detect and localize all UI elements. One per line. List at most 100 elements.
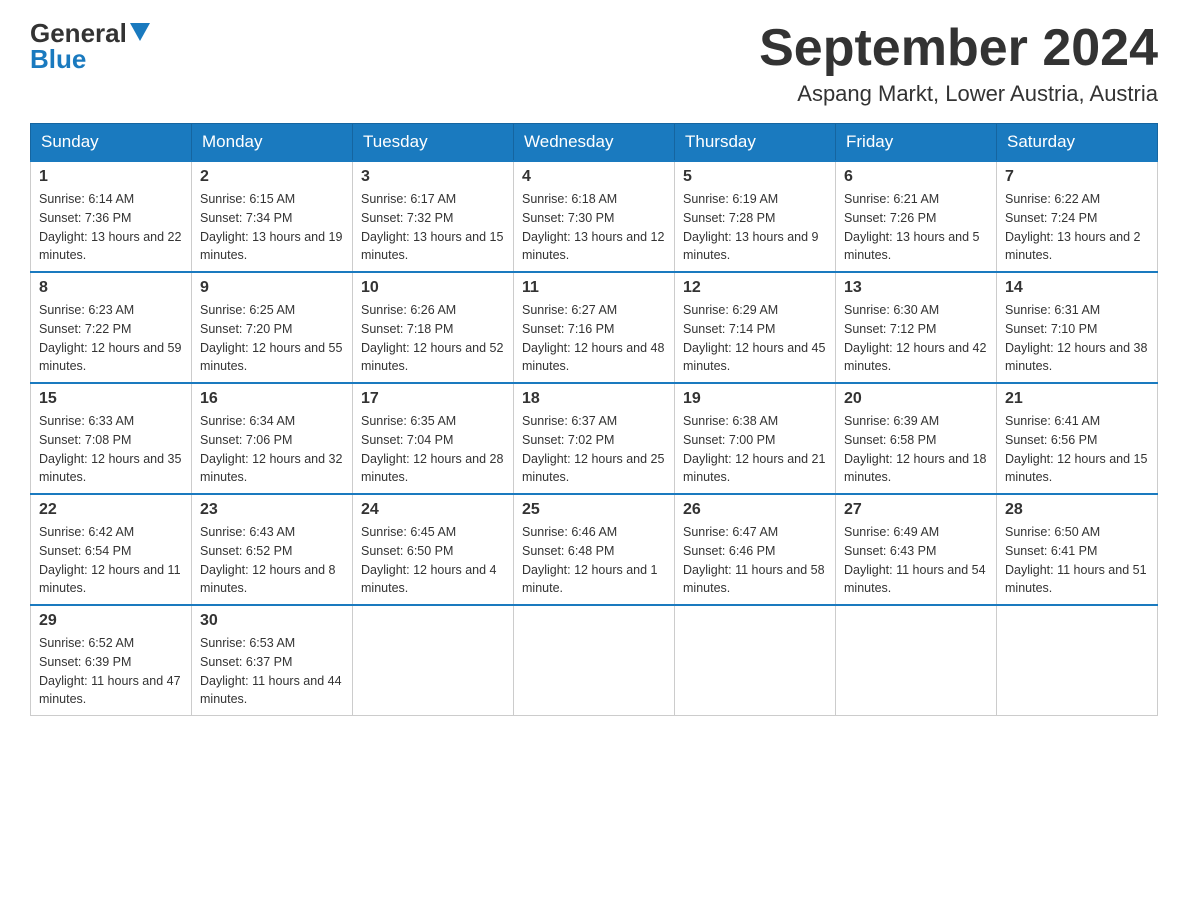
calendar-cell: 23 Sunrise: 6:43 AMSunset: 6:52 PMDayligh…: [192, 494, 353, 605]
calendar-cell: 22 Sunrise: 6:42 AMSunset: 6:54 PMDayligh…: [31, 494, 192, 605]
calendar-cell: 18 Sunrise: 6:37 AMSunset: 7:02 PMDayligh…: [514, 383, 675, 494]
day-number: 12: [683, 279, 827, 297]
weekday-header-thursday: Thursday: [675, 124, 836, 162]
day-info: Sunrise: 6:50 AMSunset: 6:41 PMDaylight:…: [1005, 523, 1149, 598]
calendar-table: SundayMondayTuesdayWednesdayThursdayFrid…: [30, 123, 1158, 716]
calendar-cell: 13 Sunrise: 6:30 AMSunset: 7:12 PMDayligh…: [836, 272, 997, 383]
calendar-cell: 12Sunrise: 6:29 AMSunset: 7:14 PMDayligh…: [675, 272, 836, 383]
calendar-cell: 7 Sunrise: 6:22 AMSunset: 7:24 PMDaylight…: [997, 161, 1158, 272]
day-number: 19: [683, 390, 827, 408]
week-row-1: 1Sunrise: 6:14 AMSunset: 7:36 PMDaylight…: [31, 161, 1158, 272]
day-number: 16: [200, 390, 344, 408]
day-number: 15: [39, 390, 183, 408]
logo-arrow-icon: [130, 23, 150, 46]
day-info: Sunrise: 6:38 AMSunset: 7:00 PMDaylight:…: [683, 412, 827, 487]
day-info: Sunrise: 6:31 AMSunset: 7:10 PMDaylight:…: [1005, 301, 1149, 376]
week-row-3: 15Sunrise: 6:33 AMSunset: 7:08 PMDayligh…: [31, 383, 1158, 494]
day-number: 25: [522, 501, 666, 519]
logo-blue-text: Blue: [30, 44, 86, 74]
day-info: Sunrise: 6:52 AMSunset: 6:39 PMDaylight:…: [39, 634, 183, 709]
weekday-header-saturday: Saturday: [997, 124, 1158, 162]
calendar-cell: 27 Sunrise: 6:49 AMSunset: 6:43 PMDayligh…: [836, 494, 997, 605]
day-number: 30: [200, 612, 344, 630]
day-info: Sunrise: 6:42 AMSunset: 6:54 PMDaylight:…: [39, 523, 183, 598]
day-number: 9: [200, 279, 344, 297]
calendar-cell: 1Sunrise: 6:14 AMSunset: 7:36 PMDaylight…: [31, 161, 192, 272]
calendar-cell: 5Sunrise: 6:19 AMSunset: 7:28 PMDaylight…: [675, 161, 836, 272]
day-number: 4: [522, 168, 666, 186]
weekday-header-monday: Monday: [192, 124, 353, 162]
location-subtitle: Aspang Markt, Lower Austria, Austria: [759, 81, 1158, 107]
day-info: Sunrise: 6:47 AMSunset: 6:46 PMDaylight:…: [683, 523, 827, 598]
day-info: Sunrise: 6:26 AMSunset: 7:18 PMDaylight:…: [361, 301, 505, 376]
day-info: Sunrise: 6:18 AMSunset: 7:30 PMDaylight:…: [522, 190, 666, 265]
weekday-header-friday: Friday: [836, 124, 997, 162]
calendar-cell: 20 Sunrise: 6:39 AMSunset: 6:58 PMDayligh…: [836, 383, 997, 494]
day-number: 18: [522, 390, 666, 408]
day-info: Sunrise: 6:49 AMSunset: 6:43 PMDaylight:…: [844, 523, 988, 598]
day-info: Sunrise: 6:35 AMSunset: 7:04 PMDaylight:…: [361, 412, 505, 487]
calendar-cell: 26 Sunrise: 6:47 AMSunset: 6:46 PMDayligh…: [675, 494, 836, 605]
calendar-cell: 11 Sunrise: 6:27 AMSunset: 7:16 PMDayligh…: [514, 272, 675, 383]
day-number: 24: [361, 501, 505, 519]
day-number: 21: [1005, 390, 1149, 408]
calendar-cell: [675, 605, 836, 716]
calendar-cell: 28Sunrise: 6:50 AMSunset: 6:41 PMDayligh…: [997, 494, 1158, 605]
day-info: Sunrise: 6:17 AMSunset: 7:32 PMDaylight:…: [361, 190, 505, 265]
logo-general-text: General: [30, 20, 127, 46]
page-header: General Blue September 2024 Aspang Markt…: [30, 20, 1158, 107]
weekday-header-sunday: Sunday: [31, 124, 192, 162]
calendar-cell: 3 Sunrise: 6:17 AMSunset: 7:32 PMDaylight…: [353, 161, 514, 272]
day-number: 3: [361, 168, 505, 186]
day-number: 13: [844, 279, 988, 297]
calendar-cell: 24 Sunrise: 6:45 AMSunset: 6:50 PMDayligh…: [353, 494, 514, 605]
day-number: 20: [844, 390, 988, 408]
calendar-cell: 8 Sunrise: 6:23 AMSunset: 7:22 PMDaylight…: [31, 272, 192, 383]
day-info: Sunrise: 6:19 AMSunset: 7:28 PMDaylight:…: [683, 190, 827, 265]
day-info: Sunrise: 6:14 AMSunset: 7:36 PMDaylight:…: [39, 190, 183, 265]
calendar-cell: 30 Sunrise: 6:53 AMSunset: 6:37 PMDayligh…: [192, 605, 353, 716]
calendar-cell: 29 Sunrise: 6:52 AMSunset: 6:39 PMDayligh…: [31, 605, 192, 716]
day-info: Sunrise: 6:22 AMSunset: 7:24 PMDaylight:…: [1005, 190, 1149, 265]
day-number: 22: [39, 501, 183, 519]
week-row-4: 22 Sunrise: 6:42 AMSunset: 6:54 PMDayligh…: [31, 494, 1158, 605]
day-number: 10: [361, 279, 505, 297]
day-info: Sunrise: 6:45 AMSunset: 6:50 PMDaylight:…: [361, 523, 505, 598]
day-number: 26: [683, 501, 827, 519]
day-number: 11: [522, 279, 666, 297]
day-info: Sunrise: 6:46 AMSunset: 6:48 PMDaylight:…: [522, 523, 666, 598]
day-info: Sunrise: 6:25 AMSunset: 7:20 PMDaylight:…: [200, 301, 344, 376]
day-info: Sunrise: 6:27 AMSunset: 7:16 PMDaylight:…: [522, 301, 666, 376]
day-number: 8: [39, 279, 183, 297]
calendar-cell: 9 Sunrise: 6:25 AMSunset: 7:20 PMDaylight…: [192, 272, 353, 383]
day-info: Sunrise: 6:23 AMSunset: 7:22 PMDaylight:…: [39, 301, 183, 376]
logo: General Blue: [30, 20, 150, 73]
week-row-2: 8 Sunrise: 6:23 AMSunset: 7:22 PMDaylight…: [31, 272, 1158, 383]
day-info: Sunrise: 6:39 AMSunset: 6:58 PMDaylight:…: [844, 412, 988, 487]
title-area: September 2024 Aspang Markt, Lower Austr…: [759, 20, 1158, 107]
day-info: Sunrise: 6:15 AMSunset: 7:34 PMDaylight:…: [200, 190, 344, 265]
calendar-cell: [353, 605, 514, 716]
month-title: September 2024: [759, 20, 1158, 77]
day-number: 23: [200, 501, 344, 519]
day-info: Sunrise: 6:34 AMSunset: 7:06 PMDaylight:…: [200, 412, 344, 487]
calendar-cell: 2Sunrise: 6:15 AMSunset: 7:34 PMDaylight…: [192, 161, 353, 272]
calendar-cell: [514, 605, 675, 716]
day-info: Sunrise: 6:21 AMSunset: 7:26 PMDaylight:…: [844, 190, 988, 265]
day-number: 17: [361, 390, 505, 408]
day-info: Sunrise: 6:43 AMSunset: 6:52 PMDaylight:…: [200, 523, 344, 598]
day-number: 29: [39, 612, 183, 630]
calendar-cell: [997, 605, 1158, 716]
calendar-cell: 6Sunrise: 6:21 AMSunset: 7:26 PMDaylight…: [836, 161, 997, 272]
day-number: 7: [1005, 168, 1149, 186]
day-info: Sunrise: 6:53 AMSunset: 6:37 PMDaylight:…: [200, 634, 344, 709]
day-info: Sunrise: 6:30 AMSunset: 7:12 PMDaylight:…: [844, 301, 988, 376]
calendar-cell: 25 Sunrise: 6:46 AMSunset: 6:48 PMDayligh…: [514, 494, 675, 605]
day-number: 27: [844, 501, 988, 519]
week-row-5: 29 Sunrise: 6:52 AMSunset: 6:39 PMDayligh…: [31, 605, 1158, 716]
calendar-cell: 16 Sunrise: 6:34 AMSunset: 7:06 PMDayligh…: [192, 383, 353, 494]
day-number: 14: [1005, 279, 1149, 297]
calendar-cell: [836, 605, 997, 716]
day-info: Sunrise: 6:37 AMSunset: 7:02 PMDaylight:…: [522, 412, 666, 487]
calendar-cell: 17 Sunrise: 6:35 AMSunset: 7:04 PMDayligh…: [353, 383, 514, 494]
